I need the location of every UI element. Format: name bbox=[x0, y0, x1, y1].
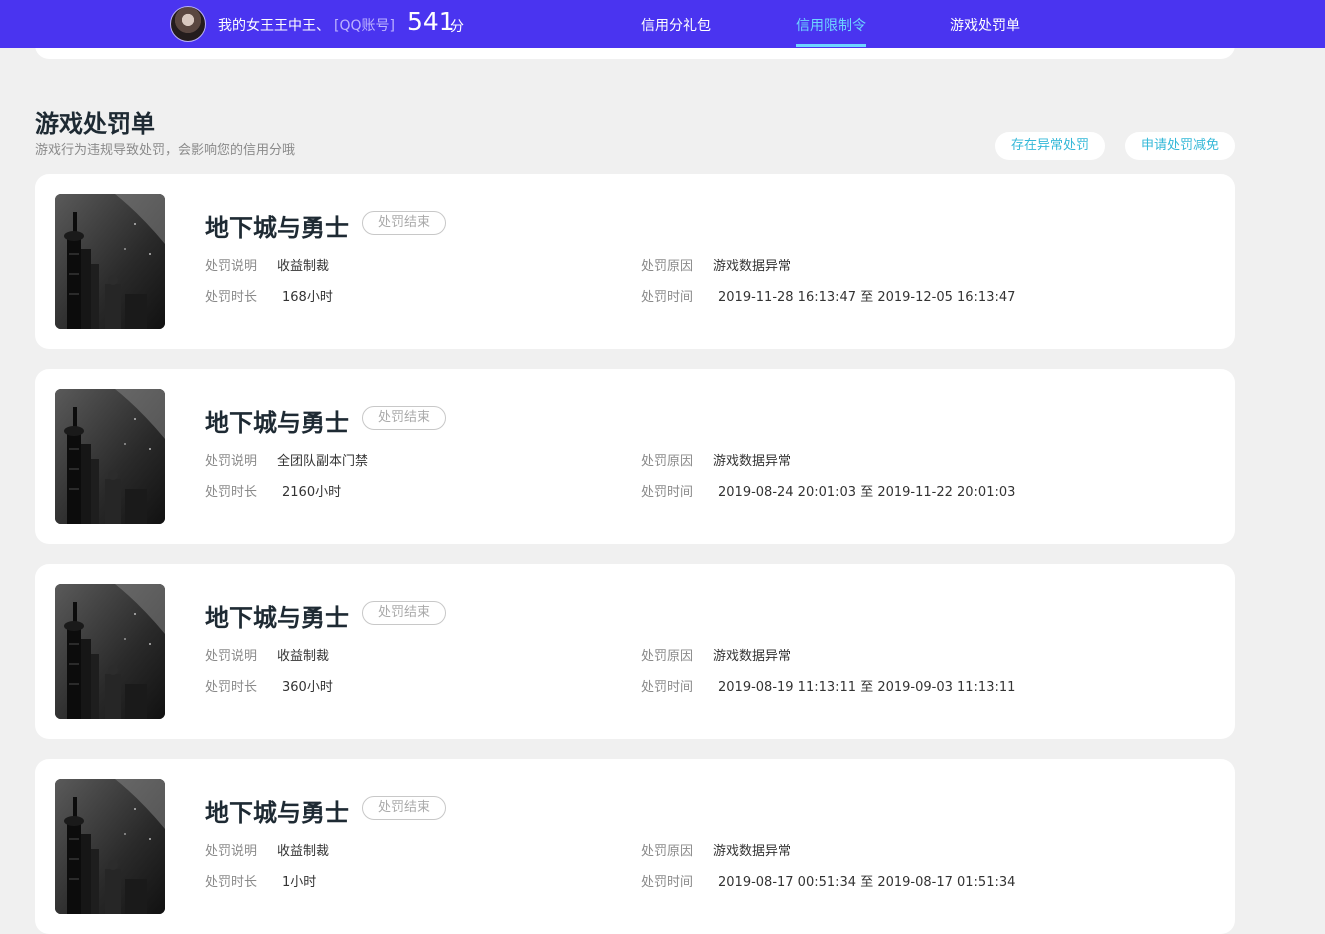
penalty-record-card: 地下城与勇士 处罚结束 处罚说明 收益制裁 处罚时长 168小时 处罚原因 游戏… bbox=[35, 174, 1235, 349]
penalty-status-badge: 处罚结束 bbox=[362, 601, 446, 625]
section-subtitle: 游戏行为违规导致处罚，会影响您的信用分哦 bbox=[35, 143, 296, 158]
penalty-reason-value: 游戏数据异常 bbox=[713, 454, 792, 469]
penalty-duration-label: 处罚时长 bbox=[205, 875, 258, 890]
penalty-record-card: 地下城与勇士 处罚结束 处罚说明 收益制裁 处罚时长 360小时 处罚原因 游戏… bbox=[35, 564, 1235, 739]
penalty-duration-value: 168小时 bbox=[282, 290, 333, 305]
penalty-desc-value: 全团队副本门禁 bbox=[277, 454, 369, 469]
penalty-desc-label: 处罚说明 bbox=[205, 454, 258, 469]
penalty-reason-value: 游戏数据异常 bbox=[713, 259, 792, 274]
penalty-time-value: 2019-08-24 20:01:03 至 2019-11-22 20:01:0… bbox=[718, 485, 1016, 500]
penalty-reason-label: 处罚原因 bbox=[641, 844, 694, 859]
penalty-status-badge: 处罚结束 bbox=[362, 406, 446, 430]
game-title: 地下城与勇士 bbox=[205, 799, 349, 827]
game-title: 地下城与勇士 bbox=[205, 604, 349, 632]
top-nav-bar: 我的女王王中王、 [QQ账号] 541 分 信用分礼包 信用限制令 游戏处罚单 bbox=[0, 0, 1325, 48]
penalty-duration-label: 处罚时长 bbox=[205, 680, 258, 695]
section-title: 游戏处罚单 bbox=[35, 110, 155, 138]
penalty-record-card: 地下城与勇士 处罚结束 处罚说明 收益制裁 处罚时长 1小时 处罚原因 游戏数据… bbox=[35, 759, 1235, 934]
game-cover-image bbox=[55, 194, 165, 329]
penalty-status-badge: 处罚结束 bbox=[362, 796, 446, 820]
penalty-desc-label: 处罚说明 bbox=[205, 844, 258, 859]
penalty-duration-value: 1小时 bbox=[282, 875, 317, 890]
nav-tab-credit-restriction[interactable]: 信用限制令 bbox=[796, 15, 866, 35]
game-cover-image bbox=[55, 584, 165, 719]
penalty-desc-value: 收益制裁 bbox=[277, 649, 330, 664]
penalty-reason-value: 游戏数据异常 bbox=[713, 649, 792, 664]
penalty-duration-label: 处罚时长 bbox=[205, 290, 258, 305]
penalty-time-label: 处罚时间 bbox=[641, 875, 694, 890]
user-avatar[interactable] bbox=[170, 6, 206, 42]
penalty-duration-value: 360小时 bbox=[282, 680, 333, 695]
penalty-reason-label: 处罚原因 bbox=[641, 454, 694, 469]
user-name: 我的女王王中王、 bbox=[218, 18, 330, 34]
penalty-desc-label: 处罚说明 bbox=[205, 649, 258, 664]
game-cover-image bbox=[55, 779, 165, 914]
game-cover-image bbox=[55, 389, 165, 524]
penalty-desc-value: 收益制裁 bbox=[277, 259, 330, 274]
penalty-time-label: 处罚时间 bbox=[641, 290, 694, 305]
penalty-time-value: 2019-11-28 16:13:47 至 2019-12-05 16:13:4… bbox=[718, 290, 1016, 305]
apply-penalty-reduction-button[interactable]: 申请处罚减免 bbox=[1125, 132, 1235, 160]
penalty-time-label: 处罚时间 bbox=[641, 485, 694, 500]
abnormal-penalty-button[interactable]: 存在异常处罚 bbox=[995, 132, 1105, 160]
penalty-time-label: 处罚时间 bbox=[641, 680, 694, 695]
penalty-record-card: 地下城与勇士 处罚结束 处罚说明 全团队副本门禁 处罚时长 2160小时 处罚原… bbox=[35, 369, 1235, 544]
penalty-time-value: 2019-08-19 11:13:11 至 2019-09-03 11:13:1… bbox=[718, 680, 1016, 695]
penalty-duration-value: 2160小时 bbox=[282, 485, 342, 500]
penalty-duration-label: 处罚时长 bbox=[205, 485, 258, 500]
credit-score-unit: 分 bbox=[450, 19, 464, 35]
game-title: 地下城与勇士 bbox=[205, 214, 349, 242]
game-title: 地下城与勇士 bbox=[205, 409, 349, 437]
nav-tab-game-penalty[interactable]: 游戏处罚单 bbox=[950, 15, 1020, 35]
account-type-tag: [QQ账号] bbox=[334, 18, 395, 34]
active-tab-underline bbox=[796, 44, 866, 47]
penalty-time-value: 2019-08-17 00:51:34 至 2019-08-17 01:51:3… bbox=[718, 875, 1016, 890]
penalty-desc-value: 收益制裁 bbox=[277, 844, 330, 859]
penalty-reason-label: 处罚原因 bbox=[641, 649, 694, 664]
penalty-status-badge: 处罚结束 bbox=[362, 211, 446, 235]
credit-score: 541 bbox=[407, 7, 455, 36]
penalty-reason-value: 游戏数据异常 bbox=[713, 844, 792, 859]
penalty-desc-label: 处罚说明 bbox=[205, 259, 258, 274]
penalty-reason-label: 处罚原因 bbox=[641, 259, 694, 274]
nav-tab-credit-gift[interactable]: 信用分礼包 bbox=[641, 15, 711, 35]
